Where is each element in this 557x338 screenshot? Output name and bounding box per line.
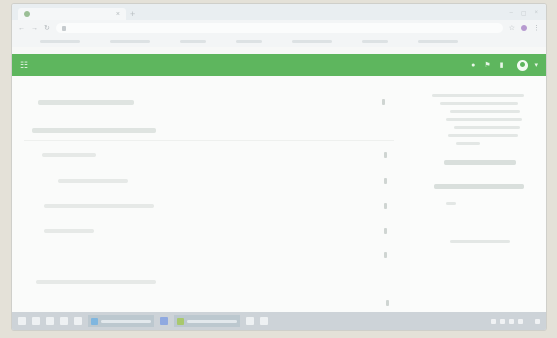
system-tray: [491, 318, 540, 324]
new-tab-button[interactable]: +: [130, 8, 135, 20]
pin-icon[interactable]: [384, 152, 387, 158]
app-icon[interactable]: [246, 317, 254, 325]
explorer-icon[interactable]: [60, 317, 68, 325]
list-heading: [38, 100, 134, 105]
back-icon[interactable]: ←: [18, 25, 25, 32]
bookmark-item[interactable]: [180, 40, 206, 43]
bookmark-item[interactable]: [418, 40, 458, 43]
close-window-icon[interactable]: ×: [534, 10, 538, 17]
app-menu-icon[interactable]: ☷: [20, 60, 28, 71]
list-item[interactable]: [44, 204, 154, 208]
pin-icon[interactable]: [384, 252, 387, 258]
bell-icon[interactable]: ●: [471, 62, 475, 69]
browser-window: × + – ▢ × ← → ↻ ☆ ⋮ ☷ ● ⚑ ▮ ▾: [12, 4, 546, 330]
list-item[interactable]: [42, 153, 96, 157]
forward-icon[interactable]: →: [31, 25, 38, 32]
network-icon[interactable]: [500, 318, 505, 324]
bookmark-item[interactable]: [110, 40, 150, 43]
chevron-down-icon[interactable]: ▾: [534, 61, 538, 69]
address-bar: ← → ↻ ☆ ⋮: [12, 20, 546, 36]
start-icon[interactable]: [18, 317, 26, 325]
app-icon[interactable]: [160, 317, 168, 325]
star-icon[interactable]: ☆: [509, 24, 515, 32]
flag-icon[interactable]: ⚑: [484, 61, 490, 69]
tab-strip: × + – ▢ ×: [12, 4, 546, 20]
pin-icon[interactable]: [384, 228, 387, 234]
app-icon: [91, 317, 98, 325]
maximize-icon[interactable]: ▢: [521, 10, 527, 17]
side-panel: [410, 76, 546, 312]
reload-icon[interactable]: ↻: [44, 24, 50, 32]
list-item[interactable]: [36, 280, 156, 284]
panel-heading: [434, 184, 524, 189]
close-tab-icon[interactable]: ×: [116, 11, 120, 18]
favicon-icon: [24, 11, 30, 17]
panel-heading: [444, 160, 516, 165]
store-icon[interactable]: [74, 317, 82, 325]
list-item[interactable]: [58, 179, 128, 183]
bookmark-item[interactable]: [236, 40, 262, 43]
browser-tab[interactable]: ×: [18, 8, 126, 20]
bookmark-item[interactable]: [292, 40, 332, 43]
section-title: [32, 128, 156, 133]
search-icon[interactable]: [32, 317, 40, 325]
task-view-icon[interactable]: [46, 317, 54, 325]
notification-icon[interactable]: [535, 318, 540, 324]
taskbar-app[interactable]: [174, 315, 240, 327]
taskbar-app[interactable]: [88, 315, 154, 327]
bookmark-icon[interactable]: ▮: [500, 61, 504, 69]
pin-icon[interactable]: [386, 300, 389, 306]
bookmark-item[interactable]: [362, 40, 388, 43]
main-content: [12, 76, 546, 312]
minimize-icon[interactable]: –: [509, 10, 512, 17]
pin-icon[interactable]: [384, 178, 387, 184]
chevron-up-icon[interactable]: [491, 318, 496, 324]
bookmark-item[interactable]: [40, 40, 80, 43]
window-controls: – ▢ ×: [509, 10, 546, 20]
taskbar: [12, 312, 546, 330]
lock-icon: [61, 25, 66, 31]
list-item[interactable]: [44, 229, 94, 233]
bookmarks-bar: [12, 36, 546, 47]
pin-icon[interactable]: [384, 203, 387, 209]
app-header: ☷ ● ⚑ ▮ ▾: [12, 54, 546, 76]
extension-icon[interactable]: [521, 25, 527, 31]
battery-icon[interactable]: [518, 318, 523, 324]
app-icon[interactable]: [260, 317, 268, 325]
app-icon: [177, 317, 184, 325]
volume-icon[interactable]: [509, 318, 514, 324]
pin-icon[interactable]: [382, 99, 385, 105]
avatar[interactable]: [517, 59, 529, 71]
menu-dots-icon[interactable]: ⋮: [533, 24, 540, 32]
url-field[interactable]: [55, 23, 503, 33]
